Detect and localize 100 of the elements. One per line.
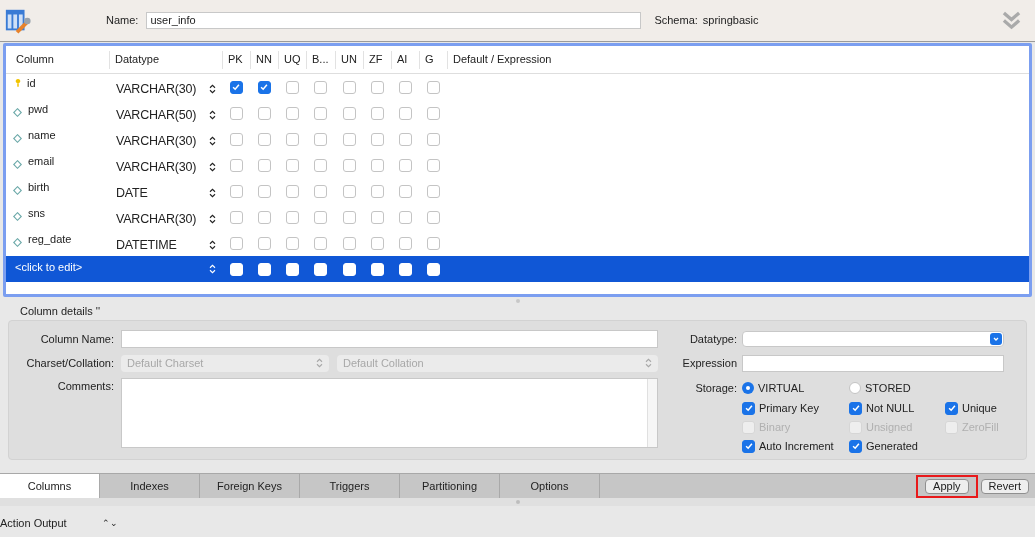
column-header[interactable]: B... — [306, 50, 335, 69]
new-row[interactable]: <click to edit> — [6, 256, 1029, 282]
checkbox[interactable] — [257, 158, 271, 172]
column-name[interactable]: email — [28, 153, 55, 170]
datatype-cell[interactable]: VARCHAR(30) — [116, 157, 197, 177]
column-header[interactable]: Default / Expression — [447, 50, 1029, 69]
checkbox[interactable] — [945, 401, 958, 415]
radio-button[interactable] — [849, 382, 861, 394]
checkbox[interactable] — [398, 106, 412, 120]
checkbox[interactable] — [426, 210, 440, 224]
stepper-icon[interactable] — [209, 188, 216, 198]
checkbox[interactable] — [370, 158, 384, 172]
tab[interactable]: Columns — [0, 474, 100, 498]
checkbox[interactable] — [285, 236, 299, 250]
column-name[interactable]: birth — [28, 179, 50, 196]
stepper-icon[interactable] — [209, 110, 216, 120]
column-header[interactable]: UQ — [278, 50, 306, 69]
checkbox[interactable] — [285, 132, 299, 146]
datatype-cell[interactable]: VARCHAR(30) — [116, 209, 197, 229]
stepper-icon[interactable] — [209, 214, 216, 224]
new-row-placeholder[interactable]: <click to edit> — [15, 259, 83, 276]
datatype-cell[interactable]: VARCHAR(30) — [116, 131, 197, 151]
datatype-cell[interactable]: VARCHAR(30) — [116, 79, 197, 99]
checkbox[interactable] — [370, 132, 384, 146]
column-name[interactable]: pwd — [28, 101, 49, 118]
column-header[interactable]: G — [419, 50, 447, 69]
checkbox[interactable] — [742, 439, 755, 453]
checkbox[interactable] — [426, 158, 440, 172]
checkbox[interactable] — [257, 132, 271, 146]
column-name[interactable]: name — [28, 127, 56, 144]
dropdown-icon[interactable] — [990, 333, 1002, 345]
checkbox[interactable] — [342, 210, 356, 224]
name-field[interactable]: user_info — [146, 12, 642, 29]
checkbox[interactable] — [742, 401, 755, 415]
expression-field[interactable] — [742, 354, 1004, 372]
checkbox[interactable] — [426, 184, 440, 198]
checkbox[interactable] — [426, 106, 440, 120]
checkbox[interactable] — [398, 236, 412, 250]
datatype-cell[interactable]: DATETIME — [116, 235, 177, 255]
checkbox[interactable] — [426, 80, 440, 94]
checkbox[interactable] — [370, 210, 384, 224]
column-header[interactable]: Datatype — [109, 50, 222, 69]
checkbox[interactable] — [398, 158, 412, 172]
collapse-icon[interactable] — [1002, 11, 1021, 30]
column-header[interactable]: UN — [335, 50, 363, 69]
checkbox[interactable] — [342, 106, 356, 120]
column-header[interactable]: PK — [222, 50, 250, 69]
checkbox[interactable] — [426, 132, 440, 146]
checkbox[interactable] — [285, 80, 299, 94]
checkbox[interactable] — [849, 439, 862, 453]
column-header[interactable]: Column — [6, 50, 109, 69]
checkbox[interactable] — [398, 80, 412, 94]
stepper-icon[interactable] — [209, 84, 216, 94]
column-header[interactable]: ZF — [363, 50, 391, 69]
checkbox[interactable] — [257, 184, 271, 198]
checkbox[interactable] — [257, 236, 271, 250]
checkbox[interactable] — [229, 106, 243, 120]
checkbox[interactable] — [314, 158, 327, 172]
checkbox[interactable] — [257, 210, 271, 224]
checkbox[interactable] — [849, 401, 862, 415]
datatype-cell[interactable]: VARCHAR(50) — [116, 105, 197, 125]
column-header[interactable]: NN — [250, 50, 278, 69]
checkbox[interactable] — [398, 184, 412, 198]
checkbox[interactable] — [257, 80, 271, 94]
apply-button[interactable]: Apply — [925, 478, 969, 494]
checkbox[interactable] — [229, 210, 243, 224]
datatype-cell[interactable]: DATE — [116, 183, 148, 203]
checkbox[interactable] — [229, 80, 243, 94]
checkbox[interactable] — [229, 236, 243, 250]
checkbox[interactable] — [314, 236, 327, 250]
comments-field[interactable] — [121, 378, 658, 448]
column-name[interactable]: reg_date — [28, 231, 72, 248]
checkbox[interactable] — [314, 80, 327, 94]
checkbox[interactable] — [229, 158, 243, 172]
column-name[interactable]: sns — [28, 205, 46, 222]
column-name-field[interactable] — [121, 330, 658, 348]
checkbox[interactable] — [370, 106, 384, 120]
datatype-dropdown[interactable] — [742, 331, 1004, 347]
checkbox[interactable] — [370, 80, 384, 94]
checkbox[interactable] — [285, 106, 299, 120]
checkbox[interactable] — [314, 210, 327, 224]
column-name[interactable]: id — [27, 75, 36, 92]
checkbox[interactable] — [370, 236, 384, 250]
checkbox[interactable] — [342, 158, 356, 172]
checkbox[interactable] — [314, 132, 327, 146]
checkbox[interactable] — [314, 184, 327, 198]
checkbox[interactable] — [370, 184, 384, 198]
checkbox[interactable] — [229, 184, 243, 198]
checkbox[interactable] — [229, 132, 243, 146]
output-selector[interactable]: Action Output ⌃⌄ — [0, 515, 118, 532]
checkbox[interactable] — [342, 236, 356, 250]
column-header[interactable]: AI — [391, 50, 419, 69]
stepper-icon[interactable] — [209, 240, 216, 250]
checkbox[interactable] — [342, 184, 356, 198]
checkbox[interactable] — [257, 106, 271, 120]
stepper-icon[interactable] — [209, 162, 216, 172]
checkbox[interactable] — [398, 132, 412, 146]
checkbox[interactable] — [314, 106, 327, 120]
checkbox[interactable] — [398, 210, 412, 224]
checkbox[interactable] — [342, 80, 356, 94]
